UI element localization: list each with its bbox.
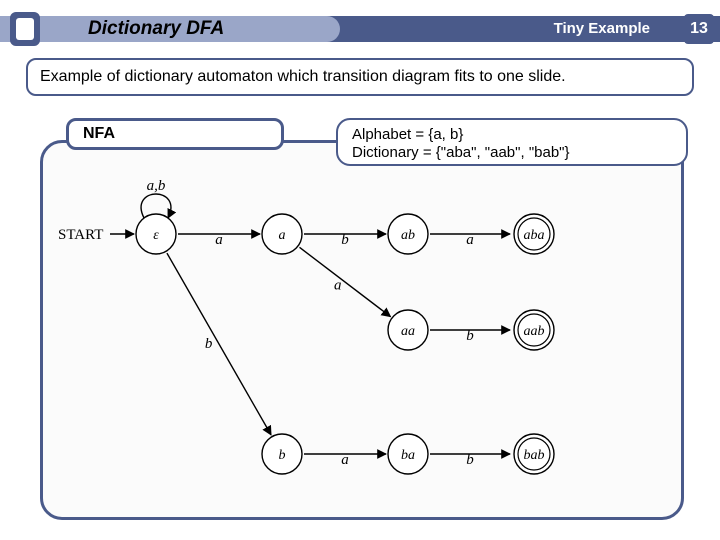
state-label: aab: [524, 324, 545, 339]
state-label: ba: [401, 448, 415, 463]
edge-label: b: [341, 232, 349, 248]
slide-subtitle: Tiny Example: [554, 20, 650, 37]
edge-label: b: [466, 328, 474, 344]
edge-label: a: [334, 278, 342, 294]
state-aba: aba: [514, 214, 554, 254]
state-label: b: [279, 448, 286, 463]
state-label: aa: [401, 324, 415, 339]
slide-title: Dictionary DFA: [88, 18, 224, 40]
state-aa: aa: [388, 310, 428, 350]
caption-text: Example of dictionary automaton which tr…: [40, 68, 566, 86]
panel-tab-label: NFA: [83, 125, 115, 143]
edge-label: a: [341, 452, 349, 468]
caption-box: Example of dictionary automaton which tr…: [26, 58, 694, 96]
state-bab: bab: [514, 434, 554, 474]
page-number: 13: [690, 20, 708, 38]
state-label: bab: [524, 448, 545, 463]
page-number-box: 13: [684, 14, 714, 44]
slide-icon: [10, 12, 40, 46]
self-loop-label: a,b: [147, 178, 166, 194]
state-b: b: [262, 434, 302, 474]
info-alphabet: Alphabet = {a, b}: [352, 126, 672, 144]
start-label: START: [58, 227, 103, 243]
edge-label: b: [205, 336, 213, 352]
state-label: a: [279, 228, 286, 243]
info-box: Alphabet = {a, b} Dictionary = {"aba", "…: [336, 118, 688, 166]
edge-label: b: [466, 452, 474, 468]
state-label: ab: [401, 228, 415, 243]
edge: [299, 247, 390, 316]
edge-label: a: [215, 232, 223, 248]
edge-label: a: [466, 232, 474, 248]
state-aab: aab: [514, 310, 554, 350]
state-label: aba: [524, 228, 545, 243]
nfa-diagram: STARTa,babaabbabεaababaaaaabbbabab: [46, 172, 678, 512]
state-ba: ba: [388, 434, 428, 474]
info-dictionary: Dictionary = {"aba", "aab", "bab"}: [352, 144, 672, 162]
state-a: a: [262, 214, 302, 254]
state-label: ε: [153, 228, 159, 243]
state-eps: ε: [136, 214, 176, 254]
edge: [167, 253, 271, 435]
panel-tab: NFA: [66, 118, 284, 150]
state-ab: ab: [388, 214, 428, 254]
